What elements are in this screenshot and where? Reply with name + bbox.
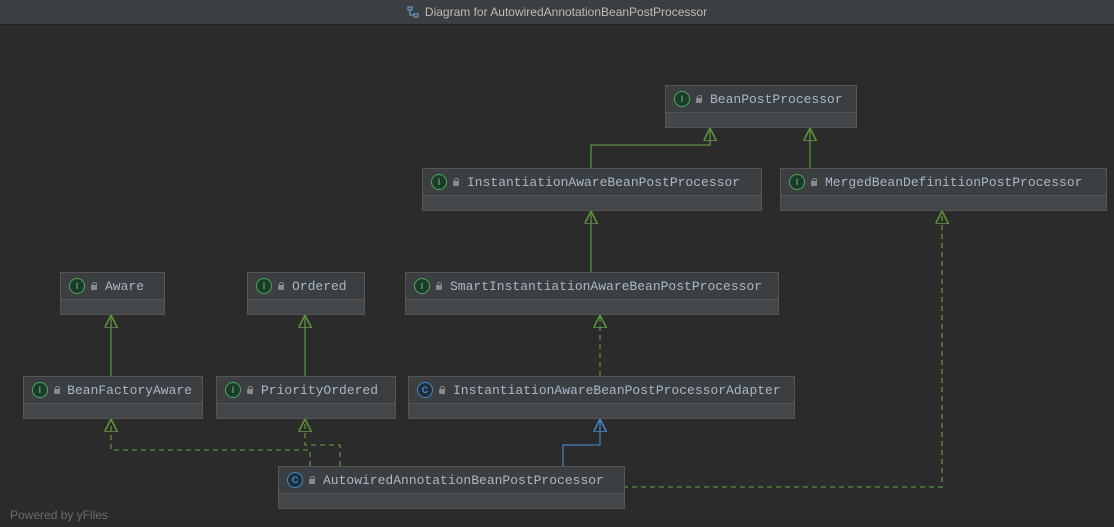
interface-icon: I [414,278,430,294]
lock-icon [434,281,444,291]
lock-icon [52,385,62,395]
node-body [61,300,164,314]
node-label: SmartInstantiationAwareBeanPostProcessor [450,279,762,294]
node-body [217,404,395,418]
class-icon: C [417,382,433,398]
node-body [279,494,624,508]
node-body [24,404,202,418]
node-label: InstantiationAwareBeanPostProcessorAdapt… [453,383,781,398]
title-bar: Diagram for AutowiredAnnotationBeanPostP… [0,0,1114,25]
lock-icon [307,475,317,485]
node-label: Ordered [292,279,347,294]
node-body [423,196,761,210]
node-beanfactoryaware[interactable]: I BeanFactoryAware [23,376,203,419]
lock-icon [89,281,99,291]
node-body [666,113,856,127]
interface-icon: I [225,382,241,398]
lock-icon [245,385,255,395]
node-instbppadapter[interactable]: C InstantiationAwareBeanPostProcessorAda… [408,376,795,419]
interface-icon: I [32,382,48,398]
credit-text: Powered by yFiles [10,508,108,522]
title-text: Diagram for AutowiredAnnotationBeanPostP… [425,5,707,19]
diagram-canvas[interactable]: I BeanPostProcessor I InstantiationAware… [0,25,1114,527]
node-label: InstantiationAwareBeanPostProcessor [467,175,740,190]
interface-icon: I [431,174,447,190]
node-mergedbdpp[interactable]: I MergedBeanDefinitionPostProcessor [780,168,1107,211]
node-label: AutowiredAnnotationBeanPostProcessor [323,473,604,488]
node-label: MergedBeanDefinitionPostProcessor [825,175,1082,190]
diagram-icon [407,6,419,18]
lock-icon [276,281,286,291]
node-instantiationawarebpp[interactable]: I InstantiationAwareBeanPostProcessor [422,168,762,211]
lock-icon [694,94,704,104]
node-body [409,404,794,418]
interface-icon: I [789,174,805,190]
lock-icon [451,177,461,187]
lock-icon [437,385,447,395]
node-body [248,300,364,314]
interface-icon: I [674,91,690,107]
interface-icon: I [69,278,85,294]
node-label: BeanFactoryAware [67,383,192,398]
node-label: BeanPostProcessor [710,92,843,107]
node-priorityordered[interactable]: I PriorityOrdered [216,376,396,419]
node-beanpostprocessor[interactable]: I BeanPostProcessor [665,85,857,128]
node-smartinstbpp[interactable]: I SmartInstantiationAwareBeanPostProcess… [405,272,779,315]
class-icon: C [287,472,303,488]
node-label: PriorityOrdered [261,383,378,398]
node-aware[interactable]: I Aware [60,272,165,315]
node-ordered[interactable]: I Ordered [247,272,365,315]
lock-icon [809,177,819,187]
node-autowiredbpp[interactable]: C AutowiredAnnotationBeanPostProcessor [278,466,625,509]
interface-icon: I [256,278,272,294]
node-body [781,196,1106,210]
node-label: Aware [105,279,144,294]
node-body [406,300,778,314]
